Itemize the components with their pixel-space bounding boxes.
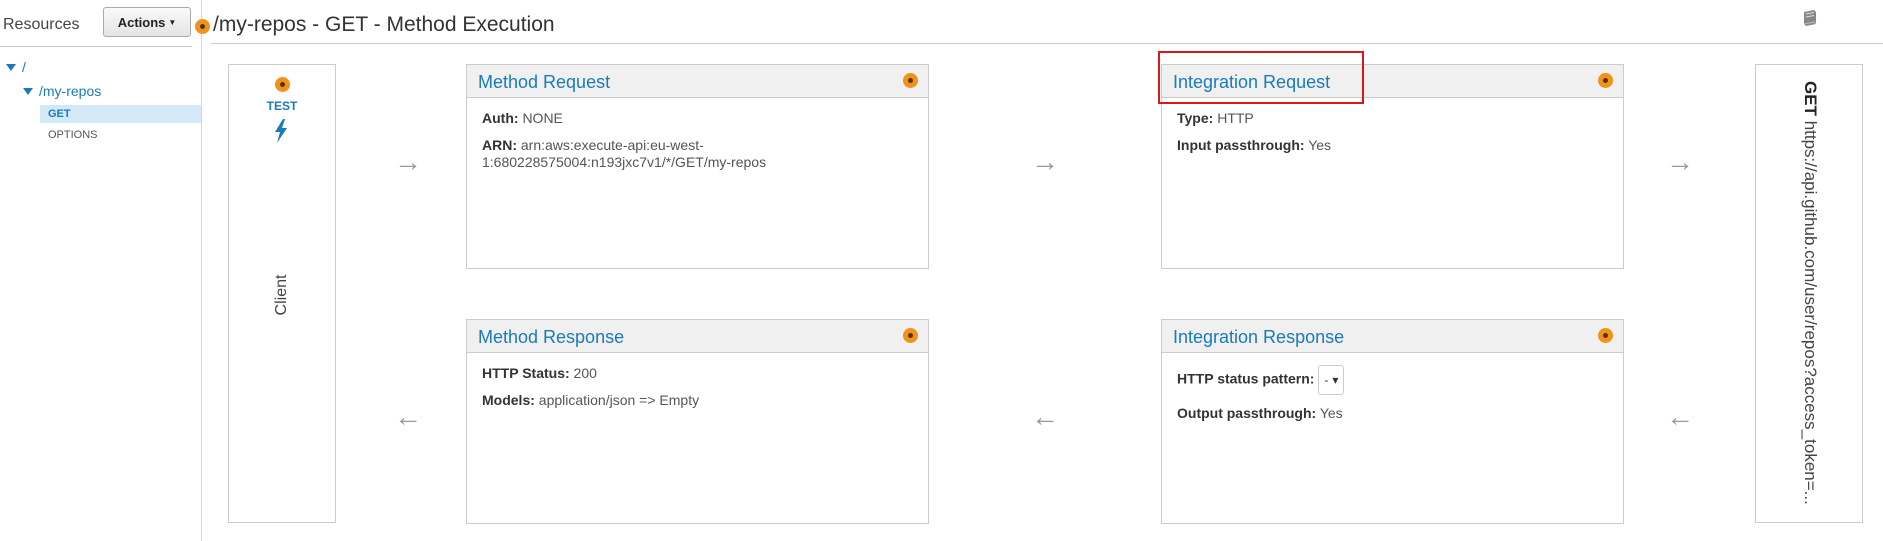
arn-value: arn:aws:execute-api:eu-west-1:6802285750… [482,137,767,170]
method-request-panel: Method Request Auth: NONE ARN: arn:aws:e… [466,64,929,269]
highlight-box [1158,51,1364,104]
tree-item-root[interactable]: / [6,59,26,75]
lightning-bolt-icon[interactable] [273,119,289,143]
status-pattern-value: - [1324,372,1329,387]
status-dot-icon [903,73,918,88]
endpoint-text: GET https://api.github.com/user/repos?ac… [1800,81,1820,505]
arrow-right-icon: → [1031,146,1059,177]
http-status-label: HTTP Status: [482,365,570,381]
auth-row: Auth: NONE [482,110,913,127]
integration-response-panel: Integration Response HTTP status pattern… [1161,319,1624,524]
models-row: Models: application/json => Empty [482,392,913,409]
endpoint-url: https://api.github.com/user/repos?access… [1801,120,1820,505]
http-status-row: HTTP Status: 200 [482,365,913,382]
client-label: Client [273,274,290,316]
input-passthrough-label: Input passthrough: [1177,137,1305,153]
output-passthrough-label: Output passthrough: [1177,405,1317,421]
method-request-link[interactable]: Method Request [478,72,610,93]
sidebar-divider [0,46,192,47]
expand-triangle-icon[interactable] [23,87,33,95]
arn-row: ARN: arn:aws:execute-api:eu-west-1:68022… [482,137,913,171]
actions-label: Actions [117,14,166,30]
output-passthrough-row: Output passthrough: Yes [1177,405,1608,422]
expand-triangle-icon[interactable] [6,63,16,71]
arn-label: ARN: [482,137,517,153]
models-label: Models: [482,392,535,408]
tree-method-get[interactable]: GET [40,105,201,123]
status-pattern-row: HTTP status pattern: - ▾ [1177,365,1608,395]
models-value: application/json => Empty [538,392,700,408]
arrow-right-icon: → [1666,146,1694,177]
arrow-right-icon: → [394,146,422,177]
arrow-left-icon: ← [1031,401,1059,432]
type-row: Type: HTTP [1177,110,1608,127]
actions-button[interactable]: Actions ▼ [103,7,191,37]
caret-down-icon: ▼ [168,17,177,27]
dropdown-caret-icon: ▾ [1332,372,1339,387]
tree-method-options[interactable]: OPTIONS [40,126,201,144]
test-link[interactable]: TEST [229,99,335,113]
integration-response-link[interactable]: Integration Response [1173,327,1344,348]
auth-value: NONE [522,110,563,126]
method-response-link[interactable]: Method Response [478,327,624,348]
status-dot-icon [1598,328,1613,343]
integration-response-header: Integration Response [1162,320,1623,353]
type-label: Type: [1177,110,1214,126]
status-pattern-label: HTTP status pattern: [1177,370,1315,387]
client-box: TEST Client [228,64,336,523]
status-dot-icon [275,77,290,92]
method-request-header: Method Request [467,65,928,98]
tree-item-my-repos[interactable]: /my-repos [23,83,101,99]
type-value: HTTP [1217,110,1254,126]
page-title: /my-repos - GET - Method Execution [213,13,555,36]
method-response-header: Method Response [467,320,928,353]
arrow-left-icon: ← [1666,401,1694,432]
tree-item-my-repos-label: /my-repos [39,83,102,99]
tree-item-root-label: / [22,59,26,75]
status-pattern-select[interactable]: - ▾ [1318,365,1345,395]
status-dot-icon [1598,73,1613,88]
endpoint-verb: GET [1801,81,1820,116]
auth-label: Auth: [482,110,519,126]
resources-title: Resources [3,16,80,33]
output-passthrough-value: Yes [1319,405,1343,421]
header-divider [211,43,1883,44]
resources-sidebar: Resources Actions ▼ / /my-repos GET OPTI… [0,0,202,541]
status-dot-icon [195,19,210,34]
http-status-value: 200 [573,365,597,381]
method-response-panel: Method Response HTTP Status: 200 Models:… [466,319,929,524]
input-passthrough-row: Input passthrough: Yes [1177,137,1608,154]
book-icon[interactable] [1800,8,1820,28]
status-dot-icon [903,328,918,343]
http-endpoint-box[interactable]: GET https://api.github.com/user/repos?ac… [1755,64,1863,523]
arrow-left-icon: ← [394,401,422,432]
input-passthrough-value: Yes [1308,137,1332,153]
